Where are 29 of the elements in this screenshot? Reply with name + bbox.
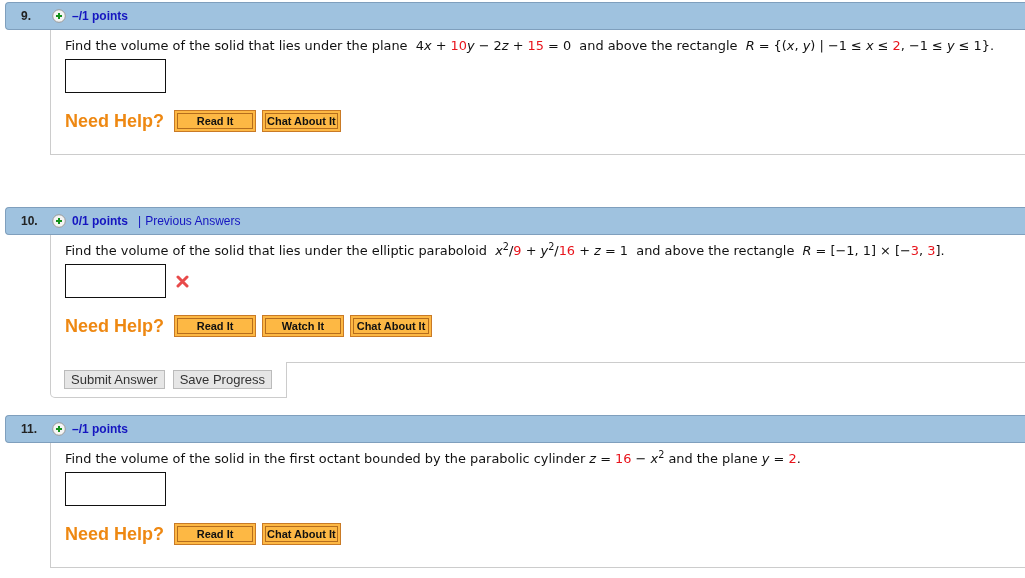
question-text: Find the volume of the solid in the first octant bounded by the parabolic cylinder z = 16 − x$^{2}$ and the plane y = 2. [65,451,802,466]
expand-icon[interactable] [52,9,66,23]
help-button[interactable]: Read It [174,523,257,545]
action-button[interactable]: Save Progress [172,370,272,389]
question-number: 10. [20,214,39,228]
question-text: Find the volume of the solid that lies under the plane 4x + 10y − 2z + 15 = 0 and above the rectangle R = {(x, y) | −1 ≤ x ≤ 2, −1 ≤ y ≤ 1}. [65,38,996,53]
expand-icon[interactable] [52,214,66,228]
action-button[interactable]: Submit Answer [64,370,165,389]
points-label: –/1 points [72,9,128,23]
question-number: 9. [20,9,32,23]
question-number: 11. [20,422,39,436]
points-label: 0/1 points [72,214,128,228]
help-button[interactable]: Chat About It [262,110,341,132]
answer-field[interactable] [65,472,166,506]
answer-field[interactable] [65,264,166,298]
question-text: Find the volume of the solid that lies under the elliptic paraboloid x$^{2}$/9 + y$^{2}$/16 + z = 1 and above the rectangle R = [−1, 1] × [−3, 3]. [65,243,946,258]
need-help-label: Need Help? [65,110,165,132]
previous-answers-link[interactable]: Previous Answers [145,214,241,228]
help-button[interactable]: Read It [174,110,257,132]
help-button[interactable]: Read It [174,315,257,337]
expand-icon[interactable] [52,422,66,436]
help-button[interactable]: Chat About It [262,523,341,545]
answer-field[interactable] [65,59,166,93]
need-help-label: Need Help? [65,315,165,337]
help-button[interactable]: Chat About It [350,315,433,337]
help-button[interactable]: Watch It [262,315,345,337]
separator: | [138,214,142,228]
points-label: –/1 points [72,422,128,436]
need-help-label: Need Help? [65,523,165,545]
